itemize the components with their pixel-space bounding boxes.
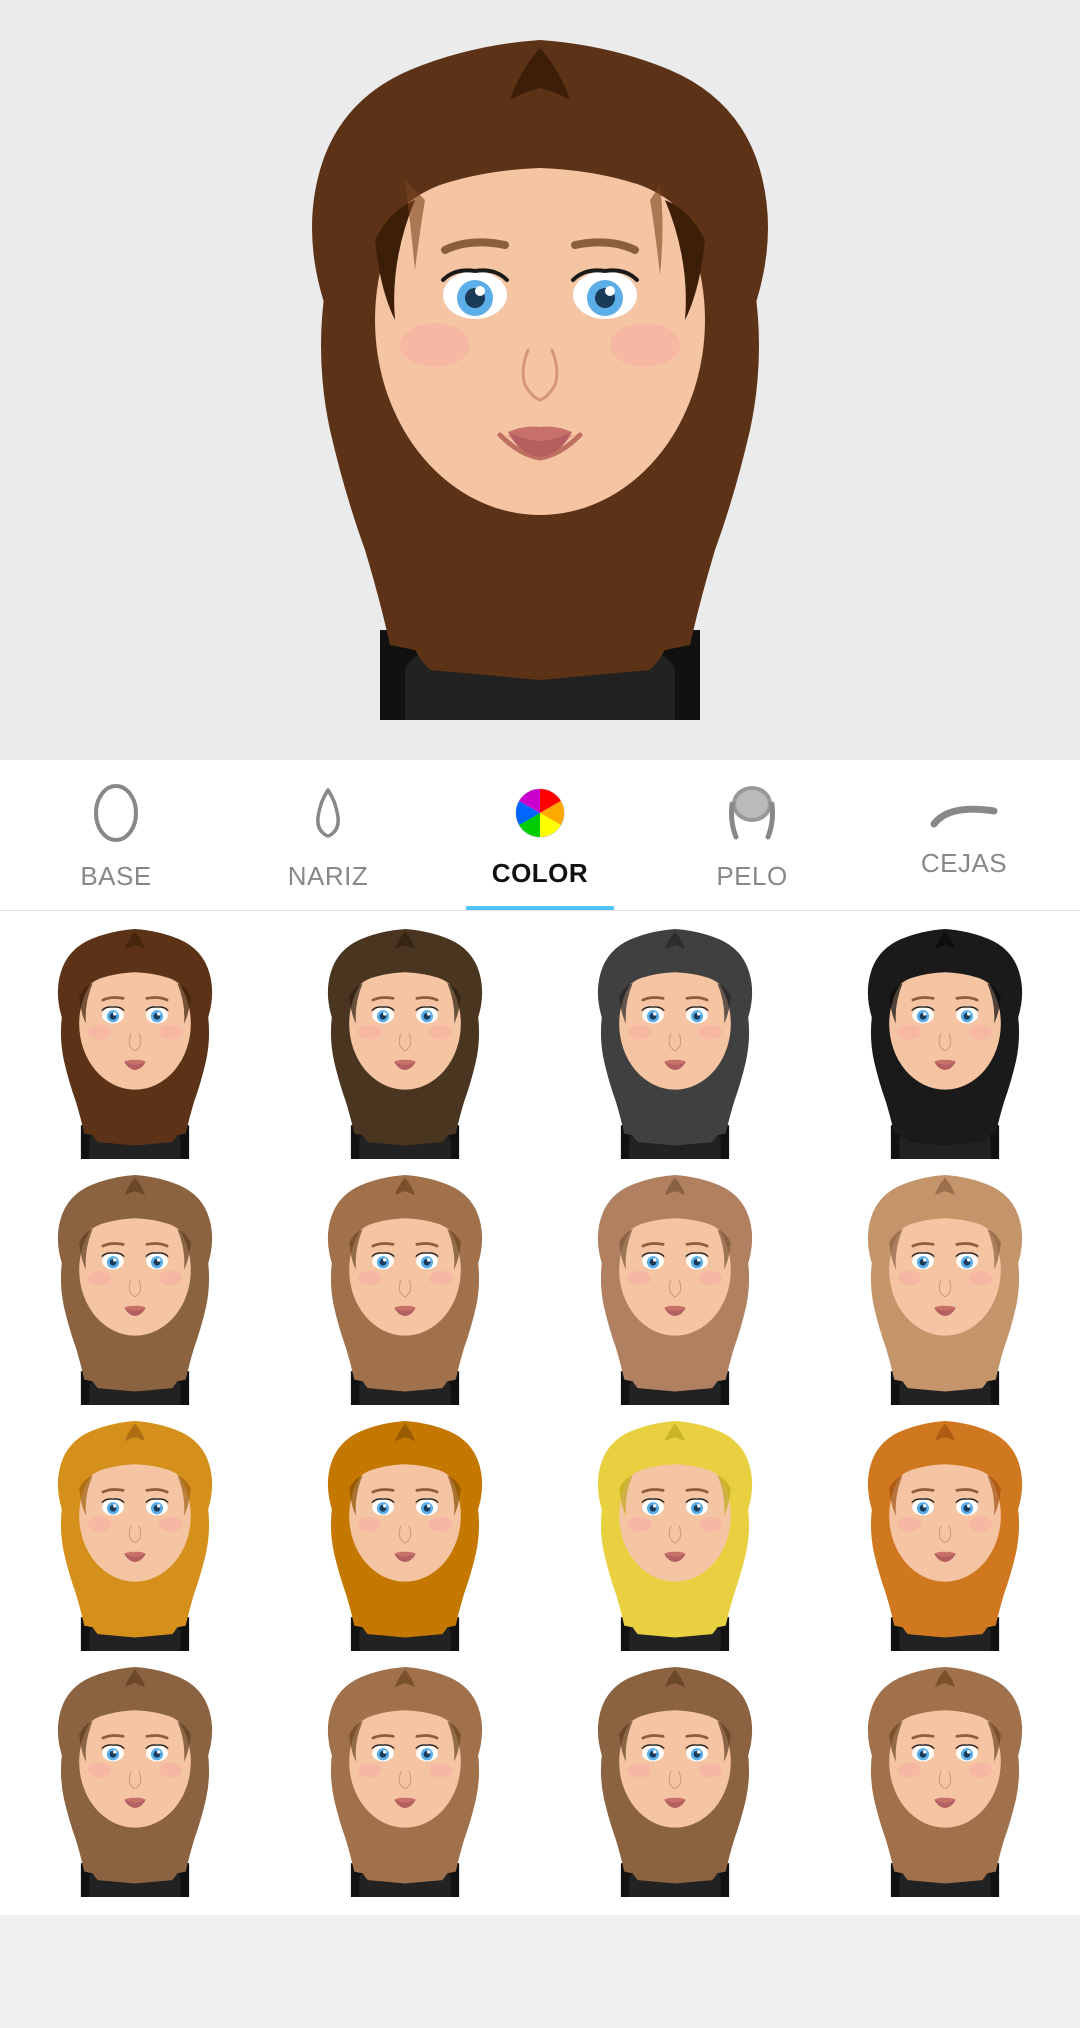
hair-color-option-golden[interactable] xyxy=(0,1413,270,1659)
base-icon xyxy=(90,782,142,851)
hair-color-option-bottom2[interactable] xyxy=(810,1659,1080,1905)
tab-base[interactable]: BASE xyxy=(10,760,222,910)
hair-color-option-dark-gray[interactable] xyxy=(540,921,810,1167)
avatar-preview xyxy=(0,0,1080,760)
hair-color-grid xyxy=(0,911,1080,1915)
hair-color-option-amber[interactable] xyxy=(270,1413,540,1659)
hair-color-option-medium-brown[interactable] xyxy=(270,921,540,1167)
tab-pelo[interactable]: PELO xyxy=(646,760,858,910)
hair-color-option-tan[interactable] xyxy=(0,1167,270,1413)
nav-tabs: BASE NARIZ COLOR xyxy=(0,760,1080,911)
tab-cejas-label: CEJAS xyxy=(921,848,1007,879)
eyebrow-icon xyxy=(929,796,999,838)
tab-color-label: COLOR xyxy=(492,858,588,889)
hair-color-option-light-brown[interactable] xyxy=(540,1167,810,1413)
tab-nariz[interactable]: NARIZ xyxy=(222,760,434,910)
hair-color-option-sandy[interactable] xyxy=(810,1167,1080,1413)
hair-color-option-partial1[interactable] xyxy=(0,1659,270,1905)
hair-color-option-orange[interactable] xyxy=(810,1413,1080,1659)
avatar-svg xyxy=(250,40,830,720)
tab-nariz-label: NARIZ xyxy=(288,861,369,892)
avatar-main-display xyxy=(250,40,830,720)
hair-color-option-partial2[interactable] xyxy=(270,1659,540,1905)
tab-color[interactable]: COLOR xyxy=(434,760,646,910)
hair-color-option-yellow[interactable] xyxy=(540,1413,810,1659)
colorwheel-icon xyxy=(512,785,568,848)
hair-color-option-black[interactable] xyxy=(810,921,1080,1167)
hair-color-option-dark-brown[interactable] xyxy=(0,921,270,1167)
tab-base-label: BASE xyxy=(80,861,151,892)
tab-cejas[interactable]: CEJAS xyxy=(858,760,1070,910)
hair-color-option-bottom1[interactable] xyxy=(540,1659,810,1905)
nose-icon xyxy=(302,782,354,851)
hair-color-option-caramel[interactable] xyxy=(270,1167,540,1413)
tab-pelo-label: PELO xyxy=(716,861,787,892)
hair-icon xyxy=(724,782,780,851)
